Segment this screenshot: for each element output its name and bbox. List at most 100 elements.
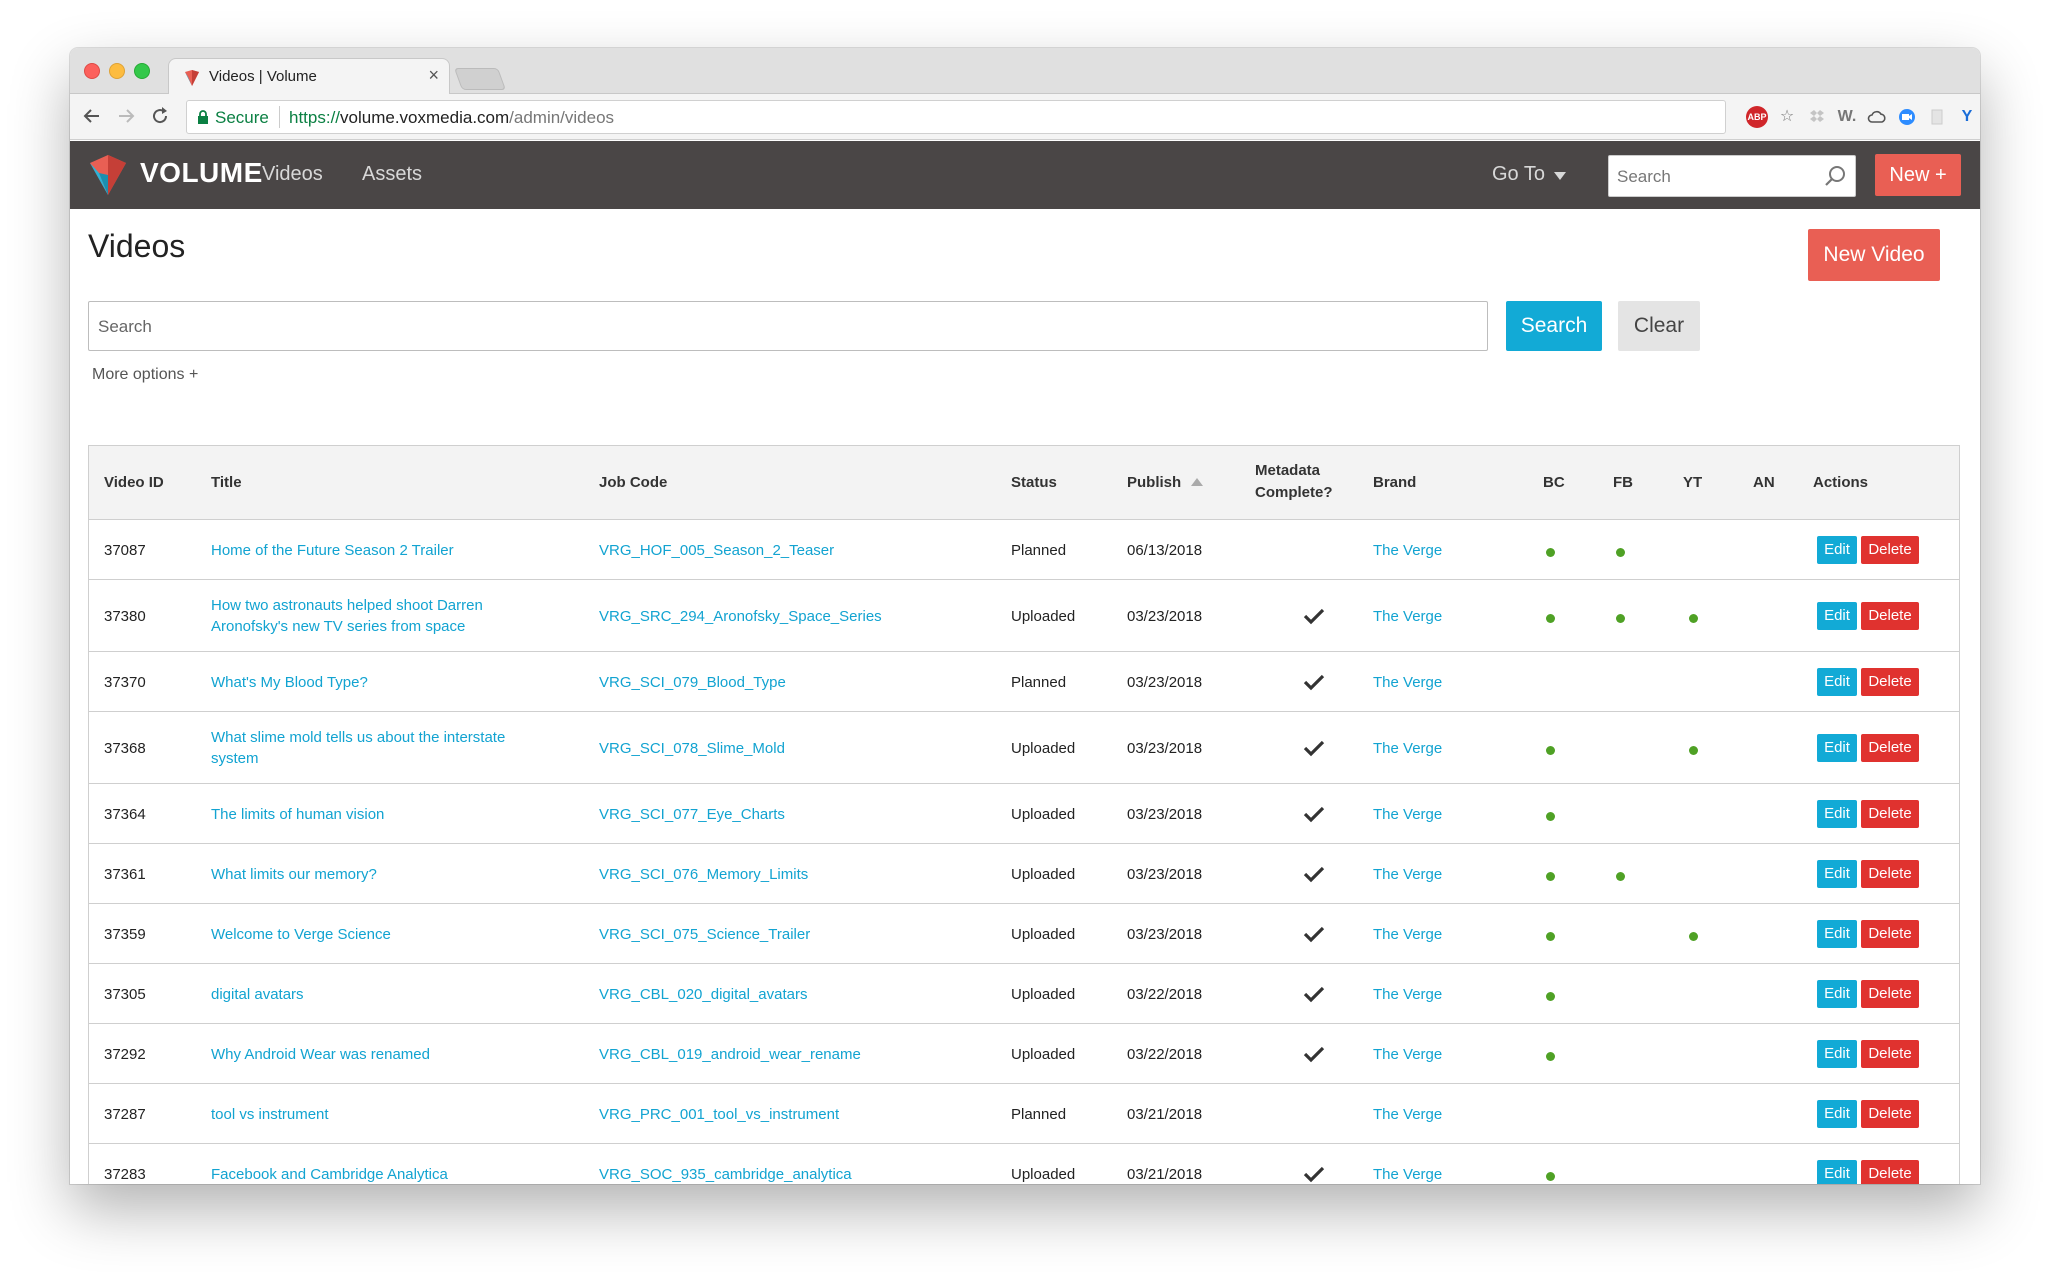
brand-link[interactable]: The Verge <box>1373 1104 1442 1125</box>
delete-button[interactable]: Delete <box>1861 1100 1919 1128</box>
minimize-window-button[interactable] <box>109 63 125 79</box>
video-title-link[interactable]: What slime mold tells us about the inter… <box>211 727 541 769</box>
new-video-button[interactable]: New Video <box>1808 229 1940 281</box>
brand-link[interactable]: The Verge <box>1373 672 1442 693</box>
sort-ascending-icon[interactable] <box>1191 478 1203 486</box>
col-video-id[interactable]: Video ID <box>104 473 164 493</box>
navbar-search-input[interactable]: Search <box>1608 155 1856 197</box>
video-title-link[interactable]: How two astronauts helped shoot Darren A… <box>211 595 541 637</box>
bc-status-dot <box>1546 872 1555 881</box>
delete-button[interactable]: Delete <box>1861 1160 1919 1184</box>
nav-videos[interactable]: Videos <box>262 163 323 186</box>
col-brand[interactable]: Brand <box>1373 473 1416 493</box>
url-path: /admin/videos <box>509 108 615 127</box>
delete-button[interactable]: Delete <box>1861 602 1919 630</box>
search-icon[interactable] <box>1823 164 1847 188</box>
video-title-link[interactable]: digital avatars <box>211 984 541 1005</box>
col-metadata-line1[interactable]: Metadata <box>1255 461 1320 481</box>
delete-button[interactable]: Delete <box>1861 980 1919 1008</box>
job-code-link[interactable]: VRG_CBL_019_android_wear_rename <box>599 1044 861 1065</box>
more-options-link[interactable]: More options + <box>92 366 198 384</box>
volume-logo-icon[interactable] <box>88 153 128 197</box>
adblock-extension-icon[interactable]: ABP <box>1746 106 1768 128</box>
job-code-link[interactable]: VRG_PRC_001_tool_vs_instrument <box>599 1104 839 1125</box>
edit-button[interactable]: Edit <box>1817 920 1857 948</box>
edit-button[interactable]: Edit <box>1817 1040 1857 1068</box>
edit-button[interactable]: Edit <box>1817 1160 1857 1184</box>
edit-button[interactable]: Edit <box>1817 536 1857 564</box>
brand-link[interactable]: The Verge <box>1373 1044 1442 1065</box>
job-code-link[interactable]: VRG_HOF_005_Season_2_Teaser <box>599 540 834 561</box>
brand-link[interactable]: The Verge <box>1373 924 1442 945</box>
delete-button[interactable]: Delete <box>1861 536 1919 564</box>
dropbox-icon[interactable] <box>1806 106 1828 128</box>
job-code-link[interactable]: VRG_SOC_935_cambridge_analytica <box>599 1164 852 1184</box>
brand-link[interactable]: The Verge <box>1373 864 1442 885</box>
edit-button[interactable]: Edit <box>1817 860 1857 888</box>
brand-link[interactable]: The Verge <box>1373 984 1442 1005</box>
video-title-link[interactable]: Welcome to Verge Science <box>211 924 541 945</box>
video-title-link[interactable]: Home of the Future Season 2 Trailer <box>211 540 541 561</box>
clear-button[interactable]: Clear <box>1618 301 1700 351</box>
logo-wordmark[interactable]: VOLUME <box>140 157 263 189</box>
cloud-icon[interactable] <box>1866 106 1888 128</box>
col-job-code[interactable]: Job Code <box>599 473 667 493</box>
bookmark-star-icon[interactable]: ☆ <box>1776 106 1798 128</box>
job-code-link[interactable]: VRG_SCI_077_Eye_Charts <box>599 804 785 825</box>
video-title-link[interactable]: What limits our memory? <box>211 864 541 885</box>
col-metadata-line2[interactable]: Complete? <box>1255 483 1333 503</box>
maximize-window-button[interactable] <box>134 63 150 79</box>
job-code-link[interactable]: VRG_SCI_075_Science_Trailer <box>599 924 810 945</box>
brand-link[interactable]: The Verge <box>1373 804 1442 825</box>
edit-button[interactable]: Edit <box>1817 1100 1857 1128</box>
brand-link[interactable]: The Verge <box>1373 540 1442 561</box>
video-title-link[interactable]: Facebook and Cambridge Analytica <box>211 1164 541 1184</box>
forward-arrow-icon[interactable] <box>116 106 136 126</box>
video-id: 37087 <box>104 542 146 559</box>
job-code-link[interactable]: VRG_SRC_294_Aronofsky_Space_Series <box>599 606 882 627</box>
job-code-link[interactable]: VRG_CBL_020_digital_avatars <box>599 984 807 1005</box>
w-extension-icon[interactable]: W. <box>1836 106 1858 128</box>
brand-link[interactable]: The Verge <box>1373 1164 1442 1184</box>
edit-button[interactable]: Edit <box>1817 734 1857 762</box>
new-menu-button[interactable]: New + <box>1875 154 1961 196</box>
delete-button[interactable]: Delete <box>1861 800 1919 828</box>
video-title-link[interactable]: Why Android Wear was renamed <box>211 1044 541 1065</box>
delete-button[interactable]: Delete <box>1861 920 1919 948</box>
col-title[interactable]: Title <box>211 473 242 493</box>
video-title-link[interactable]: What's My Blood Type? <box>211 672 541 693</box>
col-publish[interactable]: Publish <box>1127 473 1181 493</box>
reload-icon[interactable] <box>150 106 170 126</box>
job-code-link[interactable]: VRG_SCI_076_Memory_Limits <box>599 864 808 885</box>
edit-button[interactable]: Edit <box>1817 800 1857 828</box>
video-search-input[interactable]: Search <box>88 301 1488 351</box>
video-title-link[interactable]: tool vs instrument <box>211 1104 541 1125</box>
nav-assets[interactable]: Assets <box>362 163 422 186</box>
browser-tab-active[interactable]: Videos | Volume × <box>168 58 450 94</box>
job-code-link[interactable]: VRG_SCI_078_Slime_Mold <box>599 738 785 759</box>
back-arrow-icon[interactable] <box>82 106 102 126</box>
chevron-down-icon[interactable] <box>1554 172 1566 180</box>
delete-button[interactable]: Delete <box>1861 668 1919 696</box>
edit-button[interactable]: Edit <box>1817 980 1857 1008</box>
pocket-icon[interactable] <box>1926 106 1948 128</box>
close-window-button[interactable] <box>84 63 100 79</box>
tab-close-icon[interactable]: × <box>428 65 439 86</box>
delete-button[interactable]: Delete <box>1861 860 1919 888</box>
video-title-link[interactable]: The limits of human vision <box>211 804 541 825</box>
delete-button[interactable]: Delete <box>1861 734 1919 762</box>
tab-strip: Videos | Volume × <box>70 48 1980 94</box>
col-status[interactable]: Status <box>1011 473 1057 493</box>
search-button[interactable]: Search <box>1506 301 1602 351</box>
delete-button[interactable]: Delete <box>1861 1040 1919 1068</box>
zoom-icon[interactable] <box>1896 106 1918 128</box>
job-code-link[interactable]: VRG_SCI_079_Blood_Type <box>599 672 786 693</box>
new-tab-button[interactable] <box>453 68 507 90</box>
goto-menu[interactable]: Go To <box>1492 163 1545 186</box>
edit-button[interactable]: Edit <box>1817 602 1857 630</box>
brand-link[interactable]: The Verge <box>1373 738 1442 759</box>
address-bar[interactable]: Secure https://volume.voxmedia.com/admin… <box>186 100 1726 134</box>
y-extension-icon[interactable]: Y <box>1956 106 1978 128</box>
edit-button[interactable]: Edit <box>1817 668 1857 696</box>
brand-link[interactable]: The Verge <box>1373 606 1442 627</box>
